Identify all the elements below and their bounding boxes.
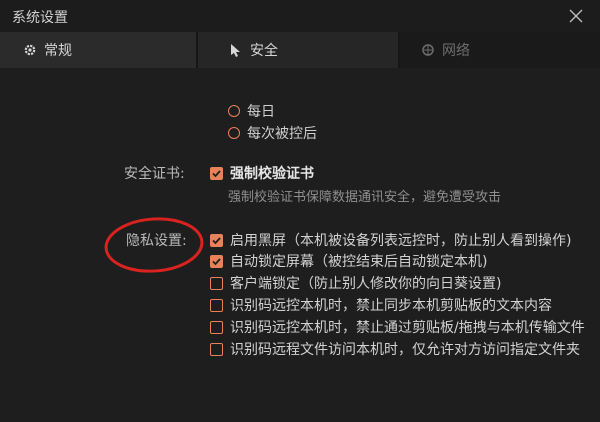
privacy-item-clipboard-text[interactable]: 识别码远控本机时，禁止同步本机剪贴板的文本内容 [210, 295, 552, 315]
tab-security[interactable]: 安全 [198, 32, 398, 68]
cert-checkbox-row[interactable]: 强制校验证书 [210, 163, 314, 183]
checkbox-checked[interactable] [210, 166, 223, 180]
tab-security-label: 安全 [250, 43, 278, 59]
radio-option-after-control[interactable]: 每次被控后 [228, 123, 317, 143]
cert-checkbox-label: 强制校验证书 [230, 166, 314, 182]
privacy-item-label: 客户端锁定（防止别人修改你的向日葵设置) [230, 276, 502, 292]
checkbox-unchecked[interactable] [210, 342, 223, 356]
checkbox-unchecked[interactable] [210, 276, 223, 290]
radio-button[interactable] [228, 127, 240, 139]
privacy-item-clipboard-file[interactable]: 识别码远控本机时，禁止通过剪贴板/拖拽与本机传输文件 [210, 317, 585, 337]
radio-button[interactable] [228, 105, 240, 117]
annotation-ellipse [104, 217, 204, 273]
checkbox-checked[interactable] [210, 233, 223, 247]
title-bar: 系统设置 [0, 0, 600, 32]
tab-general[interactable]: 常规 [0, 32, 196, 68]
check-icon [212, 236, 221, 244]
checkbox-checked[interactable] [210, 254, 223, 268]
tab-general-label: 常规 [44, 43, 72, 59]
check-icon [212, 169, 221, 177]
privacy-item-folder-restrict[interactable]: 识别码远程文件访问本机时，仅允许对方访问指定文件夹 [210, 339, 580, 359]
cert-section-label: 安全证书: [124, 166, 185, 182]
tab-network[interactable]: 网络 [400, 32, 600, 68]
close-icon[interactable] [566, 6, 586, 26]
cert-description: 强制校验证书保障数据通讯安全，避免遭受攻击 [228, 190, 502, 205]
radio-label: 每次被控后 [247, 126, 317, 142]
privacy-item-client-lock[interactable]: 客户端锁定（防止别人修改你的向日葵设置) [210, 273, 501, 293]
tab-bar: 常规 安全 网络 [0, 32, 600, 68]
gear-icon [24, 44, 36, 56]
check-icon [212, 257, 221, 265]
checkbox-unchecked[interactable] [210, 320, 223, 334]
privacy-item-label: 启用黑屏（本机被设备列表远控时，防止别人看到操作) [230, 233, 572, 249]
privacy-item-black-screen[interactable]: 启用黑屏（本机被设备列表远控时，防止别人看到操作) [210, 230, 571, 250]
tab-network-label: 网络 [442, 43, 470, 59]
privacy-item-label: 识别码远程文件访问本机时，仅允许对方访问指定文件夹 [230, 342, 580, 358]
privacy-item-label: 识别码远控本机时，禁止同步本机剪贴板的文本内容 [230, 298, 552, 314]
privacy-item-label: 自动锁定屏幕（被控结束后自动锁定本机) [230, 254, 488, 270]
radio-label: 每日 [247, 104, 275, 120]
privacy-item-label: 识别码远控本机时，禁止通过剪贴板/拖拽与本机传输文件 [230, 320, 585, 336]
globe-icon [422, 44, 434, 56]
checkbox-unchecked[interactable] [210, 298, 223, 312]
radio-option-daily[interactable]: 每日 [228, 101, 275, 121]
cursor-icon [231, 44, 240, 57]
window-title: 系统设置 [12, 10, 68, 26]
privacy-item-auto-lock[interactable]: 自动锁定屏幕（被控结束后自动锁定本机) [210, 251, 487, 271]
